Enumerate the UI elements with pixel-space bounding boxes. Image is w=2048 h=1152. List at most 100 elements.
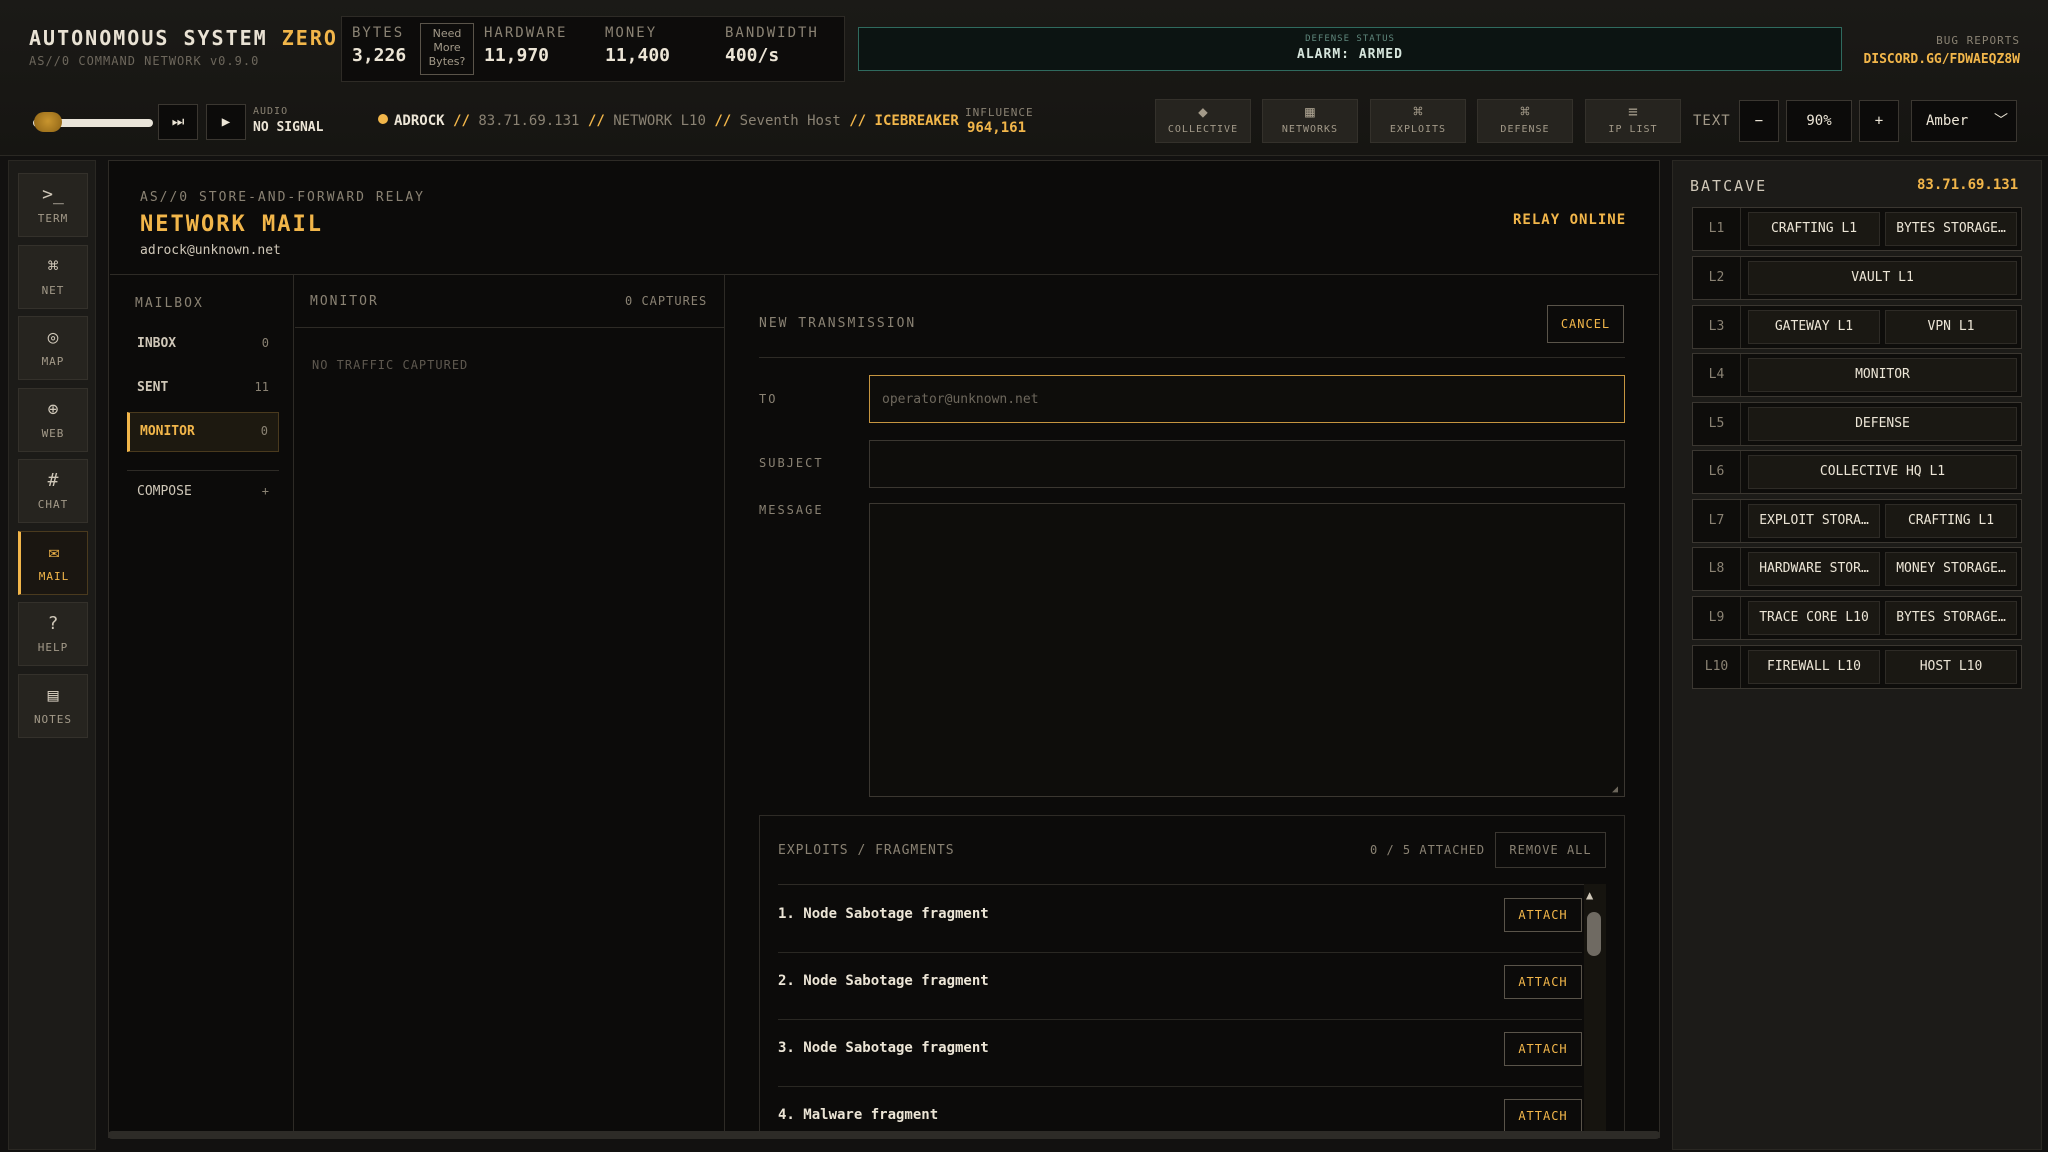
attach-button[interactable]: ATTACH	[1504, 898, 1582, 932]
level-slot[interactable]: CRAFTING L1	[1748, 212, 1880, 246]
batcave-title: BATCAVE	[1690, 177, 1768, 195]
terminal-icon: >_	[42, 184, 64, 205]
level-slot[interactable]: CRAFTING L1	[1885, 504, 2017, 538]
scroll-up-icon[interactable]: ▲	[1586, 888, 1593, 902]
mailbox-monitor[interactable]: MONITOR 0	[127, 412, 279, 452]
attach-button[interactable]: ATTACH	[1504, 1032, 1582, 1066]
exploits-title: EXPLOITS / FRAGMENTS	[778, 843, 955, 858]
skip-track-button[interactable]: ⏭	[158, 104, 198, 140]
rail-term-button[interactable]: >_ TERM	[18, 173, 88, 237]
theme-select[interactable]: Amber ﹀	[1911, 100, 2017, 142]
mailbox-label: MAILBOX	[135, 296, 204, 311]
chat-icon: #	[47, 470, 59, 491]
plus-icon: +	[261, 484, 269, 498]
text-size-label: TEXT	[1693, 113, 1731, 129]
level-slot[interactable]: EXPLOIT STORA…	[1748, 504, 1880, 538]
need-more-bytes-button[interactable]: Need More Bytes?	[420, 23, 474, 75]
exploit-row: 1. Node Sabotage fragment ATTACH	[778, 886, 1582, 953]
level-slot[interactable]: DEFENSE	[1748, 407, 2017, 441]
exploits-icon: ⌘	[1413, 102, 1423, 121]
ip-list-button[interactable]: ≡ IP LIST	[1585, 99, 1681, 143]
influence-label: INFLUENCE	[965, 106, 1034, 119]
attach-button[interactable]: ATTACH	[1504, 1099, 1582, 1133]
level-slot[interactable]: HARDWARE STOR…	[1748, 552, 1880, 586]
map-icon: ◎	[47, 327, 59, 348]
level-slot[interactable]: HOST L10	[1885, 650, 2017, 684]
message-label: MESSAGE	[759, 503, 824, 517]
hardware-stat: HARDWARE 11,970	[484, 25, 568, 66]
defense-icon: ⌘	[1520, 102, 1530, 121]
level-slot[interactable]: MONEY STORAGE…	[1885, 552, 2017, 586]
text-size-value: 90%	[1786, 100, 1852, 142]
skip-icon: ⏭	[171, 114, 185, 130]
exploit-row: 4. Malware fragment ATTACH	[778, 1087, 1582, 1133]
level-slot[interactable]: GATEWAY L1	[1748, 310, 1880, 344]
level-row-l3: L3 GATEWAY L1 VPN L1	[1692, 305, 2022, 349]
level-slot[interactable]: VAULT L1	[1748, 261, 2017, 295]
to-field[interactable]	[869, 375, 1625, 423]
subject-field[interactable]	[869, 440, 1625, 488]
mail-icon: ✉	[48, 542, 60, 563]
play-button[interactable]: ▶	[206, 104, 246, 140]
monitor-label: MONITOR	[310, 294, 379, 309]
rail-map-button[interactable]: ◎ MAP	[18, 316, 88, 380]
app-title: AUTONOMOUS SYSTEM ZERO	[29, 26, 338, 50]
level-slot[interactable]: TRACE CORE L10	[1748, 601, 1880, 635]
level-row-l6: L6 COLLECTIVE HQ L1	[1692, 450, 2022, 494]
resize-grip-icon[interactable]: ◢	[1612, 784, 1618, 795]
defense-button[interactable]: ⌘ DEFENSE	[1477, 99, 1573, 143]
message-field[interactable]	[869, 503, 1625, 797]
rail-net-button[interactable]: ⌘ NET	[18, 245, 88, 309]
exploits-divider	[778, 884, 1606, 885]
bug-reports-link[interactable]: DISCORD.GG/FDWAEQZ8W	[1863, 52, 2020, 67]
connection-status-line: ADROCK // 83.71.69.131 // NETWORK L10 //…	[378, 113, 959, 129]
cancel-button[interactable]: CANCEL	[1547, 305, 1624, 343]
mail-address: adrock@unknown.net	[140, 243, 281, 258]
remove-all-button[interactable]: REMOVE ALL	[1495, 832, 1606, 868]
batcave-ip: 83.71.69.131	[1917, 177, 2019, 193]
relay-status: RELAY ONLINE	[1513, 212, 1627, 228]
level-row-l10: L10 FIREWALL L10 HOST L10	[1692, 645, 2022, 689]
level-row-l9: L9 TRACE CORE L10 BYTES STORAGE…	[1692, 596, 2022, 640]
rail-mail-button[interactable]: ✉ MAIL	[18, 531, 88, 595]
bug-reports-label: BUG REPORTS	[1936, 34, 2020, 47]
networks-button[interactable]: ▦ NETWORKS	[1262, 99, 1358, 143]
text-size-increase-button[interactable]: +	[1859, 100, 1899, 142]
mailbox-inbox[interactable]: INBOX 0	[127, 325, 279, 365]
monitor-empty-state: NO TRAFFIC CAPTURED	[312, 358, 469, 372]
level-slot[interactable]: BYTES STORAGE…	[1885, 212, 2017, 246]
level-slot[interactable]: BYTES STORAGE…	[1885, 601, 2017, 635]
exploits-button[interactable]: ⌘ EXPLOITS	[1370, 99, 1466, 143]
rail-chat-button[interactable]: # CHAT	[18, 459, 88, 523]
level-slot[interactable]: MONITOR	[1748, 358, 2017, 392]
rail-web-button[interactable]: ⊕ WEB	[18, 388, 88, 452]
exploits-scroll-thumb[interactable]	[1587, 912, 1601, 956]
horizontal-scrollbar[interactable]	[108, 1131, 1660, 1139]
exploits-attached-count: 0 / 5 ATTACHED	[1370, 843, 1486, 857]
collective-button[interactable]: ◆ COLLECTIVE	[1155, 99, 1251, 143]
audio-label: AUDIO	[253, 106, 289, 117]
to-label: TO	[759, 392, 778, 406]
volume-slider-handle[interactable]	[34, 112, 62, 132]
level-row-l8: L8 HARDWARE STOR… MONEY STORAGE…	[1692, 547, 2022, 591]
rail-help-button[interactable]: ? HELP	[18, 602, 88, 666]
mailbox-sent[interactable]: SENT 11	[127, 369, 279, 409]
mailbox-divider	[127, 470, 279, 471]
level-slot[interactable]: FIREWALL L10	[1748, 650, 1880, 684]
app-subtitle: AS//0 COMMAND NETWORK v0.9.0	[29, 54, 260, 68]
attach-button[interactable]: ATTACH	[1504, 965, 1582, 999]
text-size-decrease-button[interactable]: −	[1739, 100, 1779, 142]
monitor-divider	[295, 327, 725, 328]
bytes-stat: BYTES 3,226	[352, 25, 407, 66]
notes-icon: ▤	[47, 685, 59, 706]
bandwidth-stat: BANDWIDTH 400/s	[725, 25, 819, 66]
compose-button[interactable]: COMPOSE +	[127, 473, 279, 513]
level-row-l4: L4 MONITOR	[1692, 353, 2022, 397]
defense-status[interactable]: DEFENSE STATUS ALARM: ARMED	[858, 27, 1842, 71]
exploit-row: 2. Node Sabotage fragment ATTACH	[778, 953, 1582, 1020]
money-stat: MONEY 11,400	[605, 25, 671, 66]
level-slot[interactable]: VPN L1	[1885, 310, 2017, 344]
rail-notes-button[interactable]: ▤ NOTES	[18, 674, 88, 738]
level-slot[interactable]: COLLECTIVE HQ L1	[1748, 455, 2017, 489]
level-row-l5: L5 DEFENSE	[1692, 402, 2022, 446]
